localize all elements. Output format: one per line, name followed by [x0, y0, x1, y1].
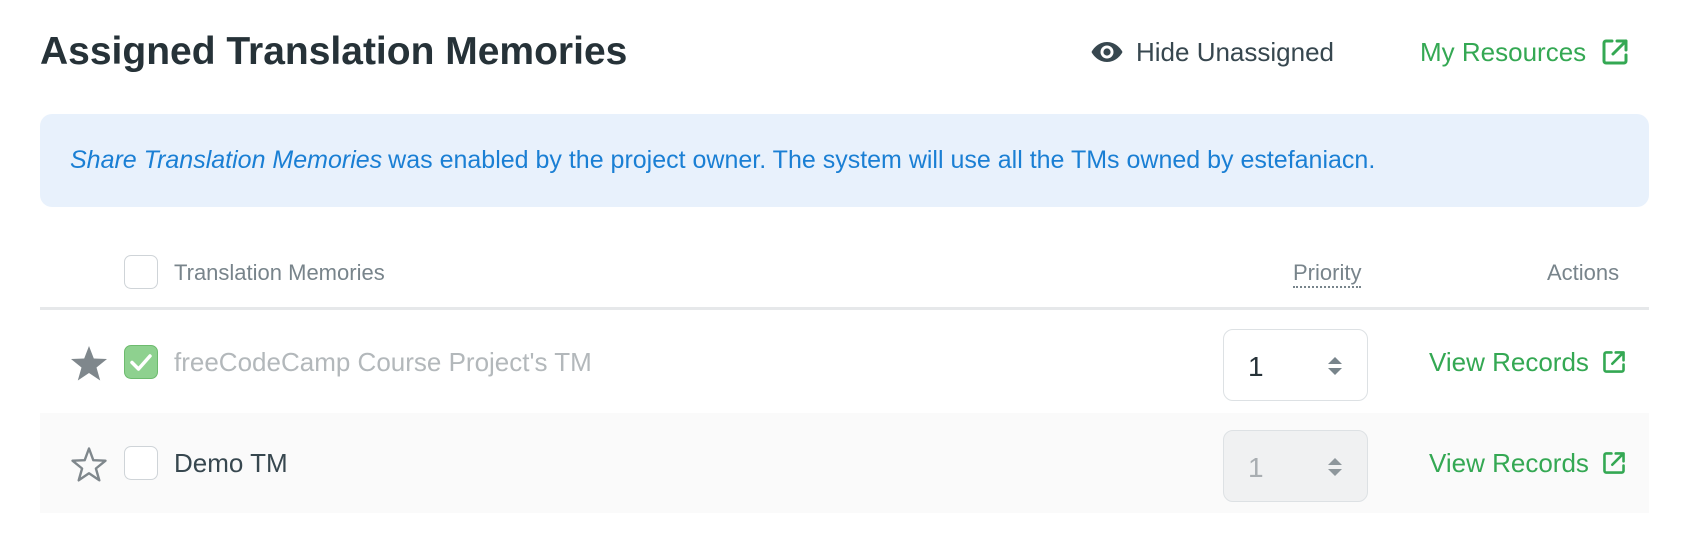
star-filled-icon[interactable] — [70, 345, 108, 381]
row-checkbox[interactable] — [124, 345, 158, 379]
eye-icon — [1090, 40, 1124, 64]
table-row: freeCodeCamp Course Project's TM 1 View … — [40, 312, 1649, 412]
page-title: Assigned Translation Memories — [40, 30, 628, 73]
star-outline-icon[interactable] — [70, 446, 108, 482]
tm-name: Demo TM — [174, 448, 288, 478]
sort-arrows-icon[interactable] — [1327, 356, 1343, 381]
notice-text: was enabled by the project owner. The sy… — [388, 146, 1376, 174]
notice-setting-name: Share Translation Memories — [70, 146, 383, 174]
priority-stepper[interactable]: 1 — [1223, 329, 1368, 401]
view-records-link[interactable]: View Records — [1429, 344, 1627, 380]
view-records-label: View Records — [1429, 448, 1589, 478]
column-header-translation-memories: Translation Memories — [174, 260, 385, 285]
tm-name: freeCodeCamp Course Project's TM — [174, 347, 592, 377]
my-resources-label: My Resources — [1420, 36, 1587, 67]
shared-tm-notice: Share Translation Memories was enabled b… — [40, 114, 1649, 207]
hide-unassigned-toggle[interactable]: Hide Unassigned — [1090, 32, 1334, 72]
my-resources-link[interactable]: My Resources — [1420, 32, 1630, 72]
view-records-link[interactable]: View Records — [1429, 445, 1627, 481]
priority-value: 1 — [1248, 452, 1264, 483]
priority-stepper: 1 — [1223, 430, 1368, 502]
check-icon — [130, 354, 152, 371]
table-row: Demo TM 1 View Records — [40, 413, 1649, 513]
external-link-icon — [1601, 450, 1627, 476]
row-checkbox[interactable] — [124, 446, 158, 480]
external-link-icon — [1600, 37, 1630, 67]
view-records-label: View Records — [1429, 347, 1589, 377]
table-header: Translation Memories Priority Actions — [40, 250, 1649, 310]
column-header-actions: Actions — [1547, 260, 1620, 285]
column-header-priority[interactable]: Priority — [1293, 260, 1362, 288]
hide-unassigned-label: Hide Unassigned — [1136, 36, 1335, 67]
select-all-checkbox[interactable] — [124, 255, 158, 289]
external-link-icon — [1601, 349, 1627, 375]
priority-value: 1 — [1248, 351, 1264, 382]
sort-arrows-icon — [1327, 457, 1343, 482]
